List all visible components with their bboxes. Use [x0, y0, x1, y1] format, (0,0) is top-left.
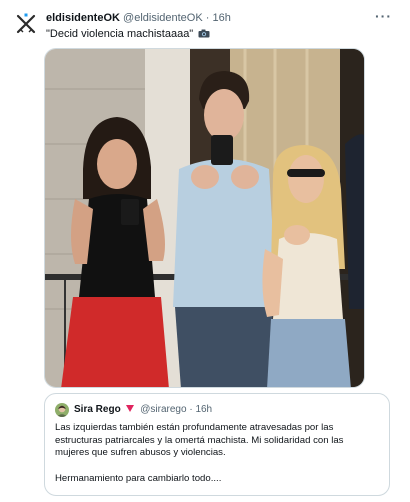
- quoted-author-handle[interactable]: @sirarego: [140, 404, 186, 415]
- quoted-timestamp[interactable]: 16h: [195, 404, 212, 415]
- red-triangle-flag-icon: [126, 405, 135, 412]
- photo-image: [45, 49, 364, 387]
- camera-icon: [198, 29, 210, 38]
- author-handle[interactable]: @eldisidenteOK: [123, 12, 203, 24]
- crossed-swords-logo-icon: [14, 12, 38, 36]
- tweet-text: "Decid violencia machistaaaa": [46, 27, 210, 41]
- quoted-tweet[interactable]: Sira Rego @sirarego · 16h Las izquierdas…: [44, 393, 390, 496]
- tweet-text-content: "Decid violencia machistaaaa": [46, 28, 194, 40]
- quoted-header: Sira Rego @sirarego · 16h: [74, 403, 212, 416]
- tweet-header: eldisidenteOK @eldisidenteOK · 16h: [46, 11, 231, 25]
- quoted-text-line: Las izquierdas también están profundamen…: [55, 422, 334, 433]
- quoted-text-line: mujeres que sufren abusos y violencias.: [55, 447, 226, 459]
- user-avatar-icon: [55, 403, 69, 417]
- separator-dot: ·: [189, 404, 193, 415]
- quoted-author-name[interactable]: Sira Rego: [74, 404, 121, 415]
- quoted-author-avatar[interactable]: [55, 403, 69, 417]
- author-name[interactable]: eldisidenteOK: [46, 12, 120, 24]
- author-avatar[interactable]: [14, 12, 38, 36]
- tweet-photo[interactable]: [44, 48, 365, 388]
- quoted-text: Las izquierdas también están profundamen…: [55, 422, 385, 485]
- tweet-card[interactable]: eldisidenteOK @eldisidenteOK · 16h ··· "…: [0, 0, 410, 502]
- more-options-icon[interactable]: ···: [375, 8, 392, 24]
- quoted-closing-line: Hermanamiento para cambiarlo todo....: [55, 472, 222, 484]
- separator-dot: ·: [205, 12, 210, 24]
- tweet-timestamp[interactable]: 16h: [212, 12, 230, 24]
- quoted-text-line: estructuras patriarcales y la omertá mac…: [55, 434, 344, 446]
